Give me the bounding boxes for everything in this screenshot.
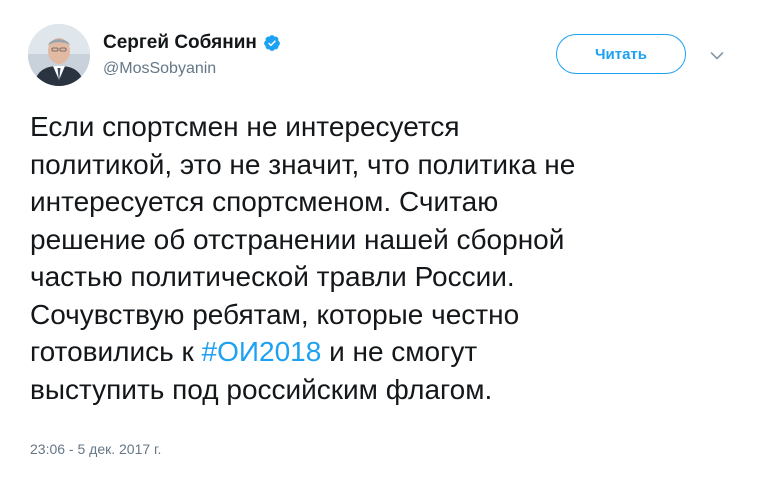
verified-badge-icon xyxy=(263,34,281,52)
tweet-line: интересуется спортсменом. Считаю xyxy=(30,183,750,221)
tweet-line: Сочувствую ребятам, которые честно xyxy=(30,296,750,334)
author-display-name[interactable]: Сергей Собянин xyxy=(103,32,257,54)
follow-button[interactable]: Читать xyxy=(556,34,686,74)
tweet-text: Если спортсмен не интересуется политикой… xyxy=(30,108,750,408)
tweet-timestamp[interactable]: 23:06 - 5 дек. 2017 г. xyxy=(30,441,161,457)
tweet-line-text: частью политической травли России. xyxy=(30,261,515,292)
tweet-line: политикой, это не значит, что политика н… xyxy=(30,146,750,184)
author-handle[interactable]: @MosSobyanin xyxy=(103,60,216,78)
tweet-line-text: готовились к xyxy=(30,336,202,367)
chevron-down-icon[interactable] xyxy=(710,48,724,60)
tweet-line: решение об отстранении нашей сборной xyxy=(30,221,750,259)
tweet-line: выступить под российским флагом. xyxy=(30,371,750,409)
tweet-line: частью политической травли России. xyxy=(30,258,750,296)
tweet-line-text: интересуется спортсменом. Считаю xyxy=(30,186,499,217)
tweet-line-text: решение об отстранении нашей сборной xyxy=(30,223,565,255)
avatar[interactable] xyxy=(28,24,90,86)
hashtag-link[interactable]: #ОИ2018 xyxy=(202,336,322,367)
tweet-line-text: и не смогут xyxy=(321,336,478,367)
tweet-line-text: политикой, это не значит, что политика н… xyxy=(30,148,576,180)
tweet-line: готовились к #ОИ2018 и не смогут xyxy=(30,333,750,371)
tweet-line-text: Сочувствую ребятам, которые честно xyxy=(30,298,520,330)
tweet-line-text: Если спортсмен не интересуется xyxy=(30,111,460,142)
author-name-row: Сергей Собянин xyxy=(103,32,281,54)
tweet-line: Если спортсмен не интересуется xyxy=(30,108,750,146)
avatar-image xyxy=(28,24,90,86)
tweet-card: Сергей Собянин @MosSobyanin Читать Если … xyxy=(0,0,778,480)
tweet-line-text: выступить под российским флагом. xyxy=(30,373,493,405)
